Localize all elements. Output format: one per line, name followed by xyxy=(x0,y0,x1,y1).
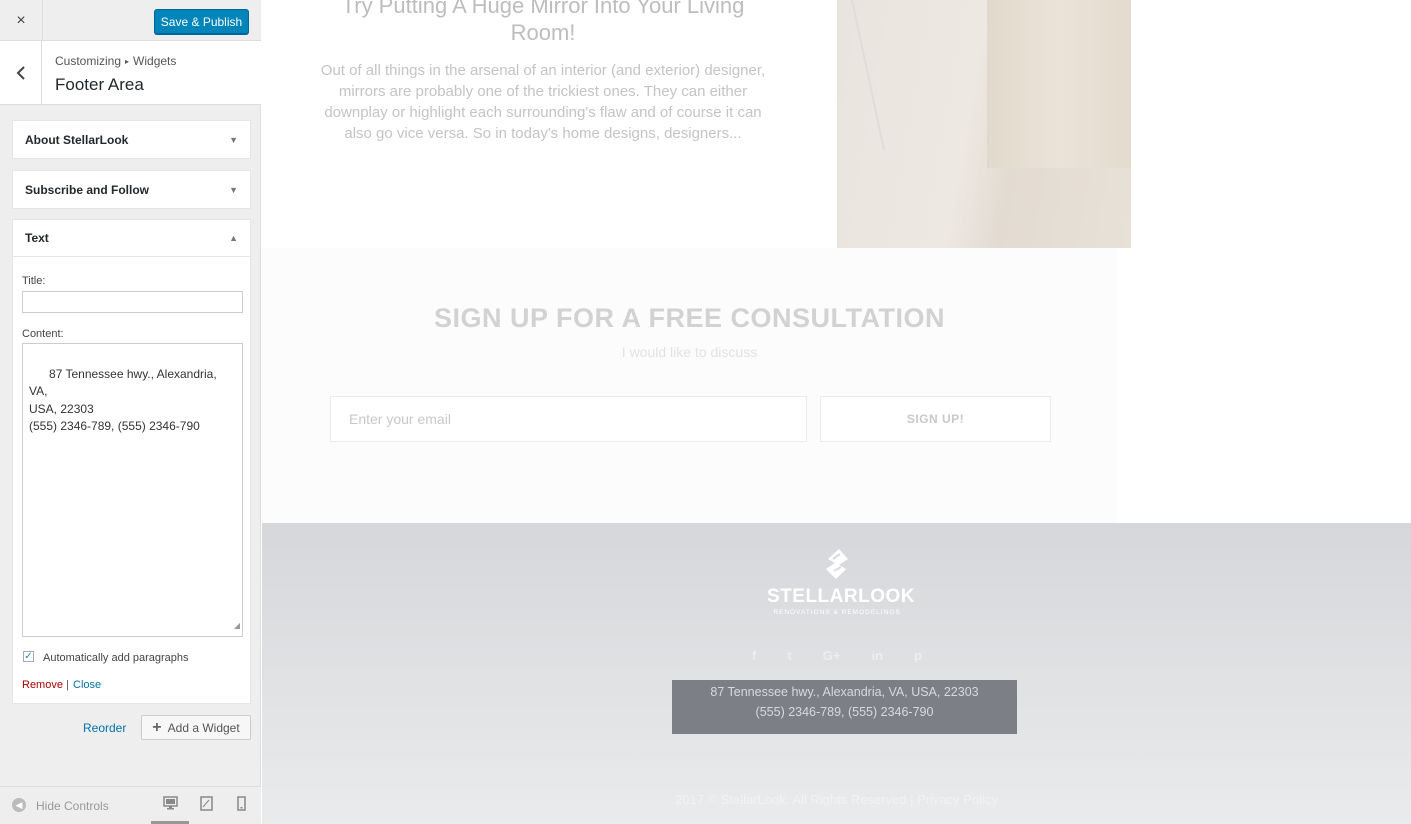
mobile-preview-icon[interactable] xyxy=(237,796,246,811)
close-icon: × xyxy=(16,11,26,29)
add-widget-label: Add a Widget xyxy=(167,720,240,735)
widget-header[interactable]: Text ▲ xyxy=(13,220,250,257)
footer-text-widget[interactable]: 87 Tennessee hwy., Alexandria, VA, USA, … xyxy=(672,680,1017,734)
widget-title: Subscribe and Follow xyxy=(25,182,150,197)
expand-arrow-icon[interactable]: ▼ xyxy=(229,135,238,145)
tablet-preview-icon[interactable] xyxy=(200,796,213,811)
reorder-link[interactable]: Reorder xyxy=(83,721,126,735)
widget-header[interactable]: Subscribe and Follow ▼ xyxy=(13,171,250,208)
desktop-preview-icon[interactable] xyxy=(163,796,178,810)
link-separator: | xyxy=(66,679,69,691)
phone-line: (555) 2346-789, (555) 2346-790 xyxy=(755,705,934,719)
collapse-sidebar-icon[interactable]: ◀ xyxy=(12,798,26,812)
content-text: 87 Tennessee hwy., Alexandria, VA, USA, … xyxy=(29,366,217,434)
chevron-left-icon xyxy=(16,65,25,80)
widget-title: About StellarLook xyxy=(25,132,129,147)
stellarlook-logo-icon xyxy=(826,549,848,579)
email-input[interactable]: Enter your email xyxy=(330,396,807,442)
wood-shape xyxy=(987,0,1131,168)
signup-subheading: I would like to discuss xyxy=(621,344,758,360)
site-preview: Try Putting A Huge Mirror Into Your Livi… xyxy=(262,0,1411,824)
site-footer: STELLARLOOK RENOVATIONS & REMODELINGS f … xyxy=(262,523,1411,824)
post-excerpt: Out of all things in the arsenal of an i… xyxy=(320,62,766,142)
chair-shape xyxy=(821,0,885,150)
address-line: 87 Tennessee hwy., Alexandria, VA, USA, … xyxy=(710,685,979,699)
brand-name: STELLARLOOK xyxy=(767,586,915,607)
resize-grip-icon[interactable]: ◢ xyxy=(234,617,240,635)
add-widget-button[interactable]: + Add a Widget xyxy=(141,715,251,740)
section-title: Footer Area xyxy=(55,75,144,94)
plus-icon: + xyxy=(152,718,162,736)
signup-button[interactable]: SIGN UP! xyxy=(820,396,1051,442)
section-header: Customizing ▸ Widgets Footer Area xyxy=(0,41,261,105)
breadcrumb-root: Customizing xyxy=(55,54,122,68)
facebook-icon[interactable]: f xyxy=(752,648,756,663)
content-label: Content: xyxy=(22,328,64,340)
post-image[interactable] xyxy=(821,0,1131,248)
widget-title: Text xyxy=(25,231,49,245)
customizer-topbar: × Save & Publish xyxy=(0,0,261,41)
hide-controls-button[interactable]: Hide Controls xyxy=(36,799,109,813)
breadcrumb-child: Widgets xyxy=(133,54,177,68)
widget-about[interactable]: About StellarLook ▼ xyxy=(12,120,251,159)
footer-controls: ◀ Hide Controls xyxy=(0,786,261,824)
remove-link[interactable]: Remove xyxy=(22,679,63,691)
title-field[interactable] xyxy=(22,291,243,313)
back-button[interactable] xyxy=(0,41,42,104)
google-plus-icon[interactable]: G+ xyxy=(823,648,841,663)
collapse-arrow-icon[interactable]: ▲ xyxy=(229,233,238,243)
brand-tagline: RENOVATIONS & REMODELINGS xyxy=(773,609,901,616)
breadcrumb-separator: ▸ xyxy=(125,57,130,66)
widget-text: Text ▲ Title: Content: 87 Tennessee hwy.… xyxy=(12,219,251,704)
signup-heading: SIGN UP FOR A FREE CONSULTATION xyxy=(433,303,945,333)
copyright-text: 2017 © StellarLook. All Rights Reserved … xyxy=(675,792,998,807)
twitter-icon[interactable]: t xyxy=(787,648,791,663)
customizer-sidebar: × Save & Publish Customizing ▸ Widgets Foo… xyxy=(0,0,261,824)
widget-subscribe[interactable]: Subscribe and Follow ▼ xyxy=(12,170,251,209)
close-customizer-button[interactable]: × xyxy=(0,0,43,41)
breadcrumb: Customizing ▸ Widgets xyxy=(55,54,176,68)
save-publish-button[interactable]: Save & Publish xyxy=(154,9,249,34)
auto-paragraphs-label: Automatically add paragraphs xyxy=(43,652,189,664)
footer-logo[interactable]: STELLARLOOK RENOVATIONS & REMODELINGS xyxy=(767,547,915,616)
post-title[interactable]: Try Putting A Huge Mirror Into Your Livi… xyxy=(320,0,766,46)
content-textarea[interactable]: 87 Tennessee hwy., Alexandria, VA, USA, … xyxy=(22,343,243,637)
auto-paragraphs-checkbox[interactable]: ✓ xyxy=(23,651,34,662)
pinterest-icon[interactable]: p xyxy=(914,648,922,663)
expand-arrow-icon[interactable]: ▼ xyxy=(229,185,238,195)
widget-header[interactable]: About StellarLook ▼ xyxy=(13,121,250,158)
linkedin-icon[interactable]: in xyxy=(871,648,883,663)
close-link[interactable]: Close xyxy=(73,679,101,691)
social-links: f t G+ in p xyxy=(752,648,922,663)
title-label: Title: xyxy=(22,275,46,287)
signup-section: SIGN UP FOR A FREE CONSULTATION I would … xyxy=(262,248,1117,523)
